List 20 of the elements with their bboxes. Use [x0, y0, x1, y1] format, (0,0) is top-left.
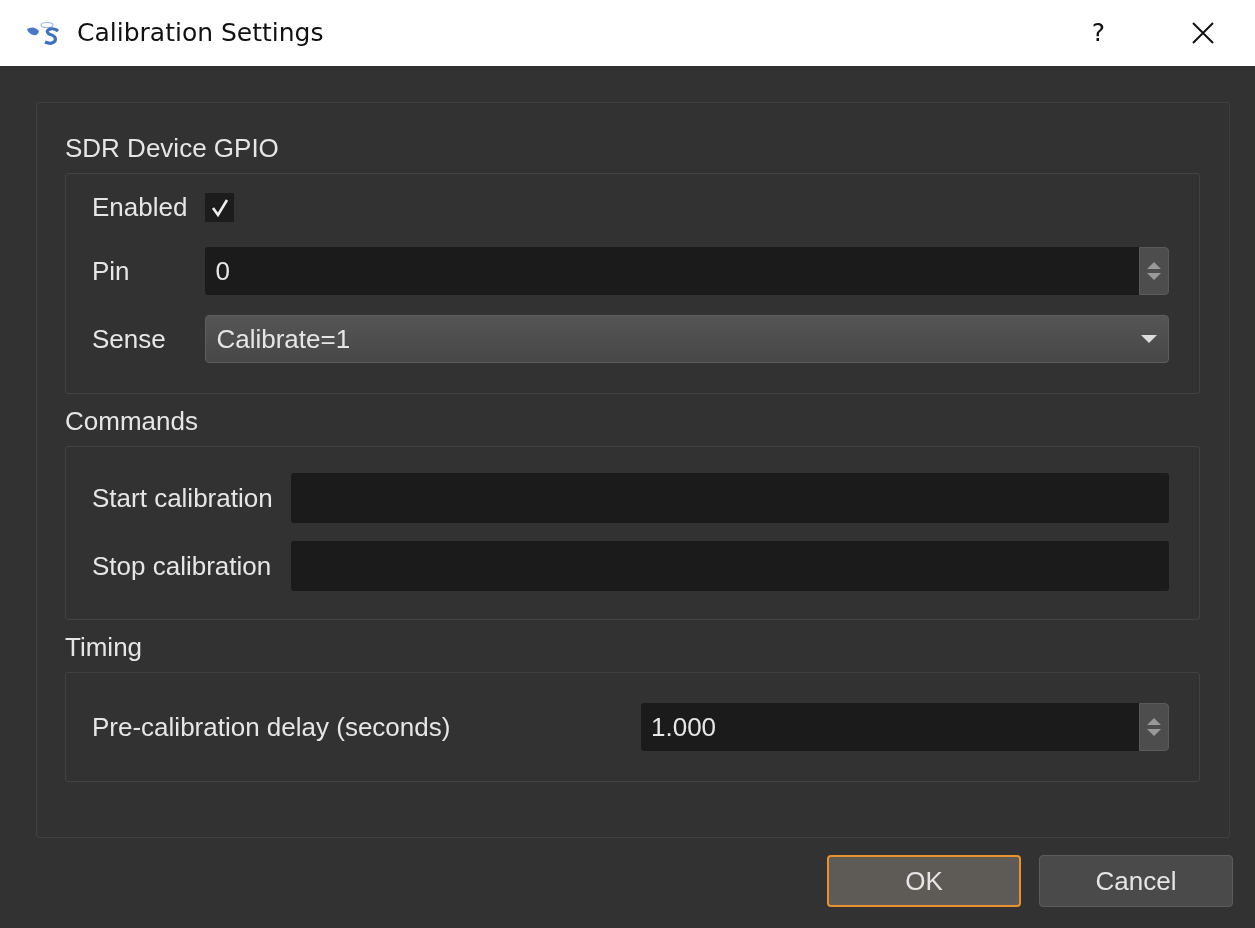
field-label: Enabled	[92, 191, 188, 224]
cancel-button[interactable]: Cancel	[1039, 855, 1233, 907]
group-title: Timing	[65, 631, 144, 664]
caret-icon	[1140, 334, 1158, 344]
checkbox[interactable]	[205, 193, 235, 222]
help-button[interactable]: ?	[1091, 14, 1105, 52]
field-label: Pre-calibration delay (seconds)	[92, 710, 452, 744]
group-title: SDR Device GPIO	[65, 132, 280, 165]
spin-arrows-icon[interactable]	[1139, 703, 1169, 751]
field-label: Stop calibration	[92, 549, 273, 583]
field-label: Start calibration	[92, 481, 273, 515]
spin-arrows-icon[interactable]	[1139, 247, 1169, 295]
window-title: Calibration Settings	[77, 17, 324, 50]
field-label: Pin	[92, 254, 131, 288]
dropdown[interactable]: Calibrate=1	[205, 315, 1169, 363]
field-label: Sense	[92, 322, 167, 356]
group-title: Commands	[65, 405, 199, 438]
checkmark-icon	[209, 197, 230, 218]
close-icon[interactable]	[1191, 21, 1215, 45]
ok-button[interactable]: OK	[827, 855, 1021, 907]
